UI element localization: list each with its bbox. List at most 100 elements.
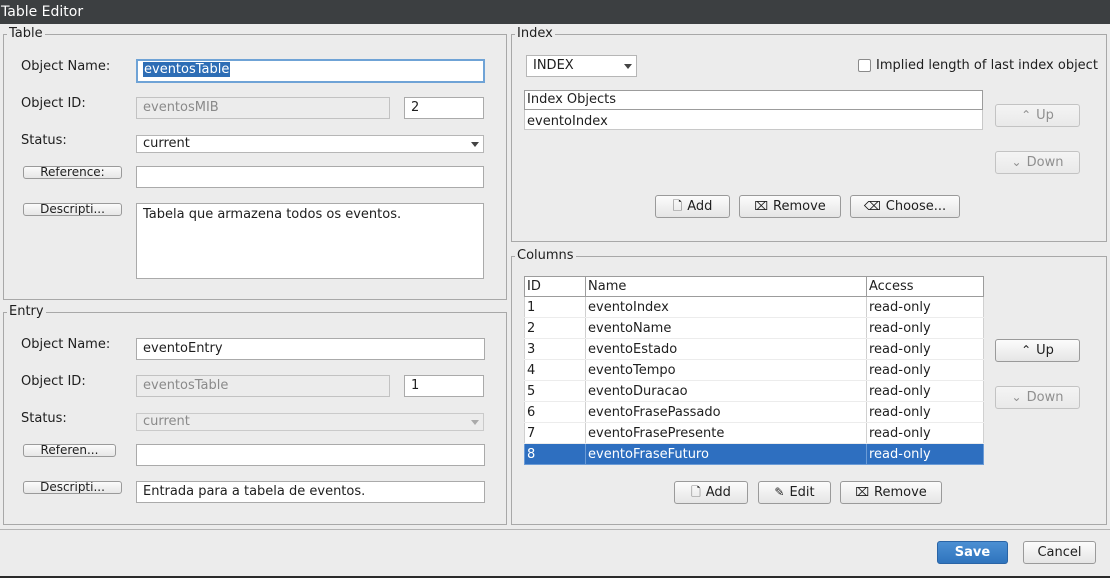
table-object-id-parent: eventosMIB xyxy=(136,97,390,119)
cell-name: eventoFrasePresente xyxy=(585,422,867,444)
index-type-value: INDEX xyxy=(533,58,574,73)
table-status-value: current xyxy=(143,136,190,151)
column-header-id[interactable]: ID xyxy=(524,276,586,297)
cell-id: 5 xyxy=(524,380,586,402)
entry-status-combo: current xyxy=(136,413,484,431)
entry-description-input[interactable]: Entrada para a tabela de eventos. xyxy=(136,481,485,503)
index-remove-label: Remove xyxy=(773,199,826,214)
remove-icon: ⌧ xyxy=(754,199,769,213)
column-header-name[interactable]: Name xyxy=(585,276,867,297)
entry-group-legend: Entry xyxy=(9,304,44,319)
columns-group-legend: Columns xyxy=(517,248,574,263)
cell-id: 4 xyxy=(524,359,586,381)
table-reference-input[interactable] xyxy=(136,166,484,188)
cell-id: 7 xyxy=(524,422,586,444)
edit-icon: ✎ xyxy=(774,485,785,499)
add-document-icon: 🗋 xyxy=(691,485,701,499)
index-objects-list[interactable]: Index Objects eventoIndex xyxy=(524,90,983,130)
cell-id: 3 xyxy=(524,338,586,360)
table-object-name-input[interactable]: eventosTable xyxy=(136,59,485,83)
cell-access: read-only xyxy=(866,401,984,423)
columns-edit-button[interactable]: ✎ Edit xyxy=(758,481,831,504)
table-object-name-label: Object Name: xyxy=(21,59,111,74)
cell-id: 2 xyxy=(524,317,586,339)
cell-access: read-only xyxy=(866,338,984,360)
entry-object-id-label: Object ID: xyxy=(21,374,86,389)
cell-name: eventoIndex xyxy=(585,296,867,318)
columns-add-button[interactable]: 🗋 Add xyxy=(674,481,748,504)
index-up-button: ⌃ Up xyxy=(995,104,1080,127)
cancel-button[interactable]: Cancel xyxy=(1023,541,1096,564)
entry-status-label: Status: xyxy=(21,411,67,426)
table-object-name-value: eventosTable xyxy=(143,62,231,77)
table-object-id-label: Object ID: xyxy=(21,96,86,111)
columns-remove-button[interactable]: ⌧ Remove xyxy=(840,481,942,504)
index-down-button: ⌄ Down xyxy=(995,151,1080,174)
window-title: Table Editor xyxy=(0,0,1110,24)
table-group-legend: Table xyxy=(9,26,43,41)
list-item[interactable]: eventoIndex xyxy=(527,114,608,129)
cell-name: eventoFrasePassado xyxy=(585,401,867,423)
entry-object-name-input[interactable]: eventoEntry xyxy=(136,338,485,360)
implied-length-label: Implied length of last index object xyxy=(876,58,1098,73)
table-row[interactable]: 1 eventoIndex read-only xyxy=(524,296,984,318)
implied-length-checkbox[interactable] xyxy=(858,59,871,72)
entry-reference-button[interactable]: Referen... xyxy=(23,444,116,457)
table-row[interactable]: 6 eventoFrasePassado read-only xyxy=(524,401,984,423)
cell-access: read-only xyxy=(866,296,984,318)
cell-name: eventoDuracao xyxy=(585,380,867,402)
columns-table-header-row: ID Name Access xyxy=(524,276,984,297)
entry-reference-input[interactable] xyxy=(136,444,485,466)
columns-remove-label: Remove xyxy=(874,485,927,500)
table-description-textarea[interactable]: Tabela que armazena todos os eventos. xyxy=(136,203,484,279)
columns-add-label: Add xyxy=(705,485,731,500)
index-up-label: Up xyxy=(1036,108,1054,123)
index-remove-button[interactable]: ⌧ Remove xyxy=(739,195,841,218)
cell-access: read-only xyxy=(866,422,984,444)
entry-object-name-label: Object Name: xyxy=(21,337,111,352)
table-row-selected[interactable]: 8 eventoFraseFuturo read-only xyxy=(524,443,984,465)
cell-name: eventoEstado xyxy=(585,338,867,360)
entry-description-button[interactable]: Descripti... xyxy=(23,481,122,494)
entry-object-id-number[interactable]: 1 xyxy=(404,375,484,397)
index-choose-button[interactable]: ⌫ Choose... xyxy=(850,195,960,218)
cell-access: read-only xyxy=(866,317,984,339)
table-description-button[interactable]: Descripti... xyxy=(23,203,122,216)
columns-up-button[interactable]: ⌃ Up xyxy=(995,339,1080,362)
column-header-access[interactable]: Access xyxy=(866,276,984,297)
cell-name: eventoName xyxy=(585,317,867,339)
add-document-icon: 🗋 xyxy=(672,199,683,213)
save-button[interactable]: Save xyxy=(937,541,1008,564)
entry-status-value: current xyxy=(143,414,190,429)
cell-id: 1 xyxy=(524,296,586,318)
table-row[interactable]: 4 eventoTempo read-only xyxy=(524,359,984,381)
chevron-down-icon xyxy=(471,142,479,147)
index-add-button[interactable]: 🗋 Add xyxy=(655,195,730,218)
columns-down-label: Down xyxy=(1026,390,1064,405)
cell-access: read-only xyxy=(866,380,984,402)
cell-access: read-only xyxy=(866,359,984,381)
columns-table[interactable]: ID Name Access 1 eventoIndex read-only 2 ev… xyxy=(524,276,984,465)
table-status-combo[interactable]: current xyxy=(136,135,484,153)
remove-icon: ⌧ xyxy=(855,485,870,499)
cell-id: 6 xyxy=(524,401,586,423)
table-object-id-number[interactable]: 2 xyxy=(404,97,484,119)
cell-access: read-only xyxy=(866,443,984,465)
table-reference-button[interactable]: Reference: xyxy=(23,166,122,179)
table-row[interactable]: 5 eventoDuracao read-only xyxy=(524,380,984,402)
table-row[interactable]: 3 eventoEstado read-only xyxy=(524,338,984,360)
columns-down-button: ⌄ Down xyxy=(995,386,1080,409)
index-group-legend: Index xyxy=(517,26,553,41)
index-choose-label: Choose... xyxy=(885,199,947,214)
index-type-combo[interactable]: INDEX xyxy=(526,55,637,77)
table-row[interactable]: 7 eventoFrasePresente read-only xyxy=(524,422,984,444)
table-status-label: Status: xyxy=(21,133,67,148)
chevron-up-icon: ⌃ xyxy=(1021,343,1032,357)
chevron-up-icon: ⌃ xyxy=(1021,108,1032,122)
columns-up-label: Up xyxy=(1036,343,1054,358)
index-objects-header: Index Objects xyxy=(524,90,983,110)
table-row[interactable]: 2 eventoName read-only xyxy=(524,317,984,339)
footer-divider xyxy=(0,529,1110,530)
index-add-label: Add xyxy=(687,199,713,214)
cell-id: 8 xyxy=(524,443,586,465)
